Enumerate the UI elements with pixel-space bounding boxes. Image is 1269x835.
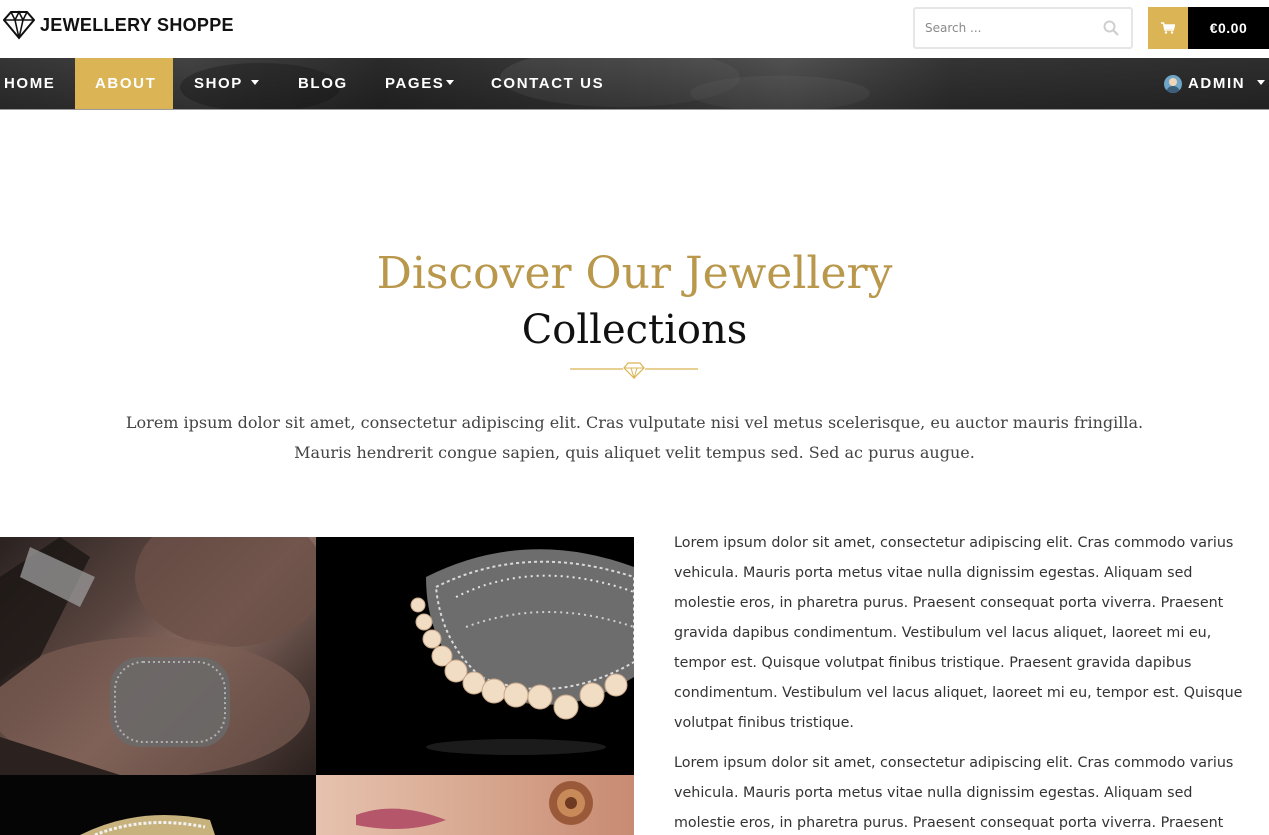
chevron-down-icon (250, 80, 259, 86)
ring-illustration (80, 815, 215, 835)
cart-button[interactable] (1148, 7, 1188, 49)
earring-illustration (356, 781, 593, 829)
main-navigation: HOME ABOUT SHOP BLOG PAGES CONTACT US AD… (0, 58, 1269, 110)
about-paragraph-1: Lorem ipsum dolor sit amet, consectetur … (674, 535, 1243, 731)
logo-text: JEWELLERY SHOPPE (40, 14, 234, 35)
hero-description: Lorem ipsum dolor sit amet, consectetur … (125, 413, 1144, 462)
search-input[interactable] (925, 17, 1095, 39)
ring-image (0, 775, 316, 835)
nav-item-pages[interactable]: PAGES (385, 58, 455, 109)
nav-item-home[interactable]: HOME (4, 58, 55, 109)
nav-item-contact-us[interactable]: CONTACT US (491, 58, 604, 109)
nav-background-image (0, 58, 1269, 109)
user-menu-label: ADMIN (1188, 75, 1246, 92)
nav-item-pages-label: PAGES (385, 75, 445, 92)
diamond-logo-icon (3, 10, 35, 40)
search-icon[interactable] (1103, 20, 1119, 36)
diamond-divider-icon (570, 362, 698, 380)
nav-item-about[interactable]: ABOUT (75, 58, 173, 109)
chevron-down-icon (1257, 80, 1266, 85)
bracelet-model-image (0, 537, 316, 775)
bracelet-model-illustration (0, 537, 316, 775)
avatar (1164, 75, 1182, 93)
nav-item-shop[interactable]: SHOP (194, 58, 259, 109)
nav-item-shop-label: SHOP (194, 75, 243, 92)
hero-title-line2: Collections (521, 307, 748, 353)
earring-model-image (316, 775, 634, 835)
top-header: JEWELLERY SHOPPE €0.00 (0, 0, 1269, 58)
search-box (913, 7, 1133, 49)
cart-icon (1161, 22, 1175, 34)
cart-total[interactable]: €0.00 (1188, 7, 1269, 49)
about-paragraph-2: Lorem ipsum dolor sit amet, consectetur … (674, 755, 1234, 831)
nav-item-blog[interactable]: BLOG (298, 58, 348, 109)
chevron-down-icon (446, 80, 455, 86)
necklace-image (316, 537, 634, 775)
user-menu[interactable]: ADMIN (1164, 58, 1266, 109)
site-logo[interactable]: JEWELLERY SHOPPE (3, 10, 234, 40)
necklace-illustration (410, 549, 634, 755)
hero-title-line1: Discover Our Jewellery (376, 248, 893, 299)
